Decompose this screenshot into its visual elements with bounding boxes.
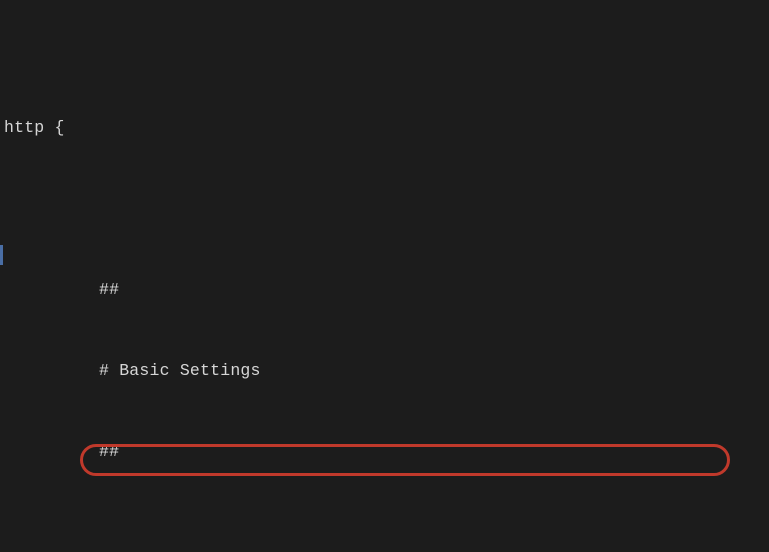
gutter-marker [0,245,3,265]
code-text: http { [4,118,65,137]
code-line [4,519,769,546]
code-text: # Basic Settings [99,361,261,380]
code-editor: http { ## # Basic Settings ## sendfile o… [0,0,769,552]
code-line: http { [4,114,769,141]
code-line: ## [4,276,769,303]
code-text: ## [99,280,119,299]
code-line: # Basic Settings [4,357,769,384]
code-line: ## [4,438,769,465]
code-text: ## [99,442,119,461]
code-line [4,195,769,222]
